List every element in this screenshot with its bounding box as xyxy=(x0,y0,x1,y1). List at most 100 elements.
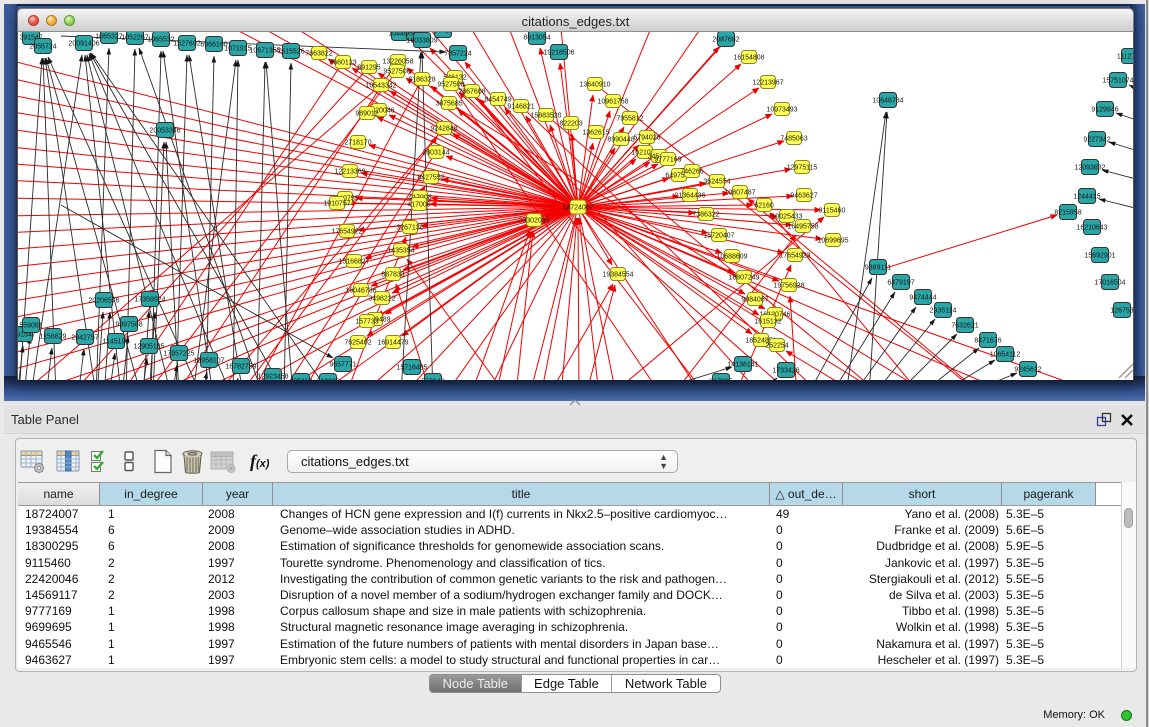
svg-text:157733: 157733 xyxy=(355,318,378,325)
svg-text:6794028: 6794028 xyxy=(633,134,660,141)
svg-text:17654922: 17654922 xyxy=(331,228,362,235)
svg-text:10648784: 10648784 xyxy=(872,97,903,104)
svg-text:8990448: 8990448 xyxy=(607,136,634,143)
svg-text:15716485: 15716485 xyxy=(396,364,427,371)
svg-text:8813054: 8813054 xyxy=(523,34,550,41)
svg-text:9657771: 9657771 xyxy=(329,361,356,368)
svg-text:10654112: 10654112 xyxy=(990,351,1021,358)
svg-text:9115460: 9115460 xyxy=(819,207,846,214)
svg-text:16495758: 16495758 xyxy=(787,223,818,230)
svg-text:7632621: 7632621 xyxy=(951,322,978,329)
svg-text:891295: 891295 xyxy=(357,64,380,71)
svg-text:3498222: 3498222 xyxy=(368,295,395,302)
svg-text:1362615: 1362615 xyxy=(582,129,609,136)
svg-text:10671355: 10671355 xyxy=(249,47,280,54)
svg-text:14136141: 14136141 xyxy=(727,361,758,368)
svg-text:2867608: 2867608 xyxy=(458,88,485,95)
svg-text:8427552: 8427552 xyxy=(417,174,444,181)
svg-text:17359924: 17359924 xyxy=(134,296,165,303)
svg-text:16210643: 16210643 xyxy=(1076,224,1107,231)
svg-text:15751074: 15751074 xyxy=(1102,77,1133,84)
svg-text:10961758: 10961758 xyxy=(597,98,628,105)
svg-text:9777169: 9777169 xyxy=(654,156,681,163)
svg-text:7857224: 7857224 xyxy=(444,50,471,57)
svg-text:62160: 62160 xyxy=(754,202,774,209)
svg-text:15720407: 15720407 xyxy=(703,232,734,239)
svg-text:16782759: 16782759 xyxy=(225,363,256,370)
svg-text:2055724: 2055724 xyxy=(29,43,56,50)
svg-text:10699695: 10699695 xyxy=(817,237,848,244)
svg-text:2087682: 2087682 xyxy=(712,36,739,43)
svg-text:9227342: 9227342 xyxy=(1083,136,1110,143)
svg-text:7955812: 7955812 xyxy=(616,115,643,122)
svg-text:1615132: 1615132 xyxy=(754,318,781,325)
svg-text:913336: 913336 xyxy=(316,378,339,380)
svg-text:9242848: 9242848 xyxy=(430,125,457,132)
svg-text:12975115: 12975115 xyxy=(787,164,818,171)
svg-text:1052267: 1052267 xyxy=(121,34,148,41)
svg-text:20053346: 20053346 xyxy=(149,127,180,134)
svg-text:1435354: 1435354 xyxy=(387,247,414,254)
svg-text:12923468: 12923468 xyxy=(257,373,288,380)
svg-text:20206576: 20206576 xyxy=(88,297,119,304)
svg-text:7663822: 7663822 xyxy=(305,50,332,57)
svg-text:18807249: 18807249 xyxy=(728,274,759,281)
svg-text:1156829: 1156829 xyxy=(40,333,67,340)
svg-text:23302033: 23302033 xyxy=(518,217,549,224)
svg-text:3875685: 3875685 xyxy=(435,100,462,107)
svg-text:126753: 126753 xyxy=(1110,307,1133,314)
svg-text:559081: 559081 xyxy=(19,322,42,329)
svg-text:3624554: 3624554 xyxy=(703,178,730,185)
svg-text:9084067: 9084067 xyxy=(741,296,768,303)
svg-text:10958107: 10958107 xyxy=(193,357,224,364)
svg-text:746266: 746266 xyxy=(680,168,703,175)
svg-text:16914479: 16914479 xyxy=(377,339,408,346)
svg-text:2942757: 2942757 xyxy=(71,334,98,341)
svg-text:887833: 887833 xyxy=(381,271,404,278)
svg-text:1145194: 1145194 xyxy=(103,338,130,345)
svg-text:19218506: 19218506 xyxy=(543,49,574,56)
svg-text:7625402: 7625402 xyxy=(344,339,371,346)
svg-text:15692901: 15692901 xyxy=(1084,252,1115,259)
svg-text:9527506: 9527506 xyxy=(383,68,410,75)
svg-text:3267130: 3267130 xyxy=(396,224,423,231)
svg-text:1733426: 1733426 xyxy=(772,367,799,374)
svg-text:2803144: 2803144 xyxy=(422,149,449,156)
svg-text:550143: 550143 xyxy=(421,378,444,380)
svg-text:9463627: 9463627 xyxy=(790,192,817,199)
svg-text:17957225: 17957225 xyxy=(163,350,194,357)
svg-text:2935114: 2935114 xyxy=(930,307,957,314)
svg-text:18724007: 18724007 xyxy=(562,204,593,211)
svg-text:12093832: 12093832 xyxy=(1074,164,1105,171)
svg-text:9245612: 9245612 xyxy=(1014,366,1041,373)
svg-text:9389111: 9389111 xyxy=(865,264,891,271)
svg-text:2718170: 2718170 xyxy=(344,139,371,146)
svg-text:8186328: 8186328 xyxy=(408,76,435,83)
svg-text:10543342: 10543342 xyxy=(365,82,396,89)
svg-text:252254: 252254 xyxy=(765,342,788,349)
svg-text:8471676: 8471676 xyxy=(974,337,1001,344)
svg-text:17654923: 17654923 xyxy=(779,252,810,259)
svg-text:19756928: 19756928 xyxy=(773,282,804,289)
svg-text:405112: 405112 xyxy=(290,378,313,380)
svg-text:12213369: 12213369 xyxy=(334,168,365,175)
svg-text:6479197: 6479197 xyxy=(887,279,914,286)
svg-text:21364436: 21364436 xyxy=(674,192,705,199)
svg-text:19384554: 19384554 xyxy=(602,271,633,278)
svg-text:20091406: 20091406 xyxy=(68,40,99,47)
svg-text:1071915: 1071915 xyxy=(224,45,251,52)
svg-text:13640910: 13640910 xyxy=(579,81,610,88)
svg-text:1065327: 1065327 xyxy=(95,33,122,40)
svg-text:9527508: 9527508 xyxy=(437,81,464,88)
svg-text:8215958: 8215958 xyxy=(1054,209,1081,216)
svg-text:8454749: 8454749 xyxy=(484,96,511,103)
svg-text:15883520: 15883520 xyxy=(530,112,561,119)
svg-text:12213967: 12213967 xyxy=(752,79,783,86)
svg-text:9474444: 9474444 xyxy=(909,294,936,301)
svg-text:84415: 84415 xyxy=(433,32,453,34)
svg-text:16154808: 16154808 xyxy=(733,54,764,61)
svg-text:7515526: 7515526 xyxy=(277,48,304,55)
svg-text:817225: 817225 xyxy=(709,378,732,380)
svg-text:10973493: 10973493 xyxy=(766,106,797,113)
svg-text:822203: 822203 xyxy=(559,120,582,127)
